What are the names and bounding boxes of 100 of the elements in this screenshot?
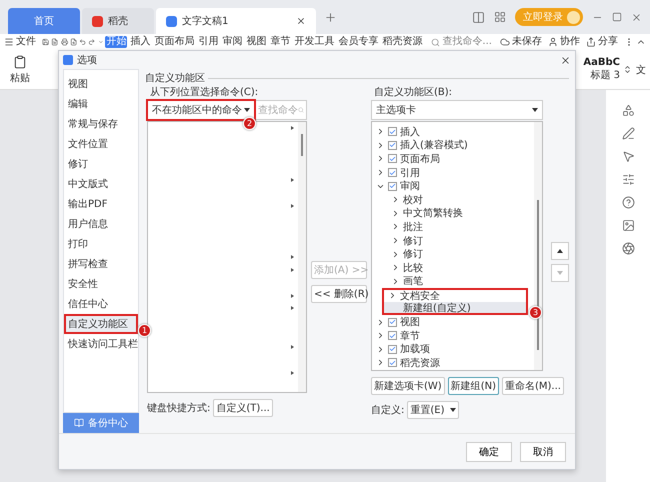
pen-icon[interactable] <box>622 127 634 140</box>
toolbar-action[interactable]: 协作 <box>548 36 580 48</box>
ribbon-tab[interactable]: 章节 <box>269 36 292 48</box>
tabs-dropdown[interactable]: 主选项卡 <box>371 100 543 120</box>
chevron-icon[interactable] <box>376 168 385 178</box>
nav-item[interactable]: 编辑 <box>64 94 138 114</box>
ribbon-tab[interactable]: 会员专享 <box>337 36 380 48</box>
tree-button[interactable]: 重命名(M)... <box>502 377 564 395</box>
ribbon-tab[interactable]: 插入 <box>129 36 152 48</box>
save-icon[interactable] <box>42 37 50 47</box>
tree-button[interactable]: 新建组(N) <box>448 377 499 395</box>
nav-item[interactable]: 中文版式 <box>64 174 138 194</box>
source-dropdown[interactable]: 不在功能区中的命令 <box>147 100 255 120</box>
ribbon-tab[interactable]: 审阅 <box>221 36 244 48</box>
preview-icon[interactable] <box>70 37 78 47</box>
chevron-icon[interactable] <box>376 140 385 150</box>
chevron-icon[interactable] <box>376 358 385 368</box>
shapes-icon[interactable] <box>622 104 634 117</box>
tree-item[interactable]: 批注 <box>372 220 534 234</box>
toolbar-action[interactable]: 分享 <box>586 36 618 48</box>
export-icon[interactable] <box>51 37 59 47</box>
move-up-button[interactable] <box>551 242 569 260</box>
chevron-icon[interactable] <box>376 318 385 327</box>
paste-button[interactable]: 粘贴 <box>10 54 30 84</box>
print-icon[interactable] <box>60 37 68 47</box>
checkbox[interactable] <box>388 154 397 164</box>
checkbox[interactable] <box>388 140 397 150</box>
search-icon[interactable] <box>431 38 440 46</box>
layout-icon[interactable] <box>472 10 485 24</box>
tree-button[interactable]: 新建选项卡(W) <box>371 377 445 395</box>
cancel-button[interactable]: 取消 <box>520 442 566 462</box>
ribbon-tab[interactable]: 引用 <box>197 36 220 48</box>
checkbox[interactable] <box>388 182 397 191</box>
chevron-icon[interactable] <box>376 127 385 136</box>
chevron-icon[interactable] <box>376 331 385 340</box>
ribbon-tab[interactable]: 开始 <box>105 36 128 48</box>
aperture-icon[interactable] <box>622 242 634 255</box>
nav-item[interactable]: 安全性 <box>64 274 138 294</box>
close-icon[interactable] <box>560 54 571 66</box>
nav-item[interactable]: 自定义功能区 <box>64 314 138 334</box>
clipboard-icon[interactable] <box>13 54 27 68</box>
nav-item[interactable]: 输出PDF <box>64 194 138 214</box>
tree-item[interactable]: 比较 <box>372 260 534 275</box>
book-icon[interactable] <box>74 418 84 428</box>
style-gallery[interactable]: AaBbC 标题 3 <box>583 57 620 82</box>
grid-icon[interactable] <box>494 11 506 23</box>
remove-button[interactable]: << 删除(R) <box>311 285 367 303</box>
tree-item[interactable]: 插入(兼容模式) <box>372 138 534 152</box>
text-tool[interactable]: 文 <box>636 62 646 76</box>
chevron-icon[interactable] <box>376 344 385 354</box>
scroll-icon[interactable] <box>623 65 632 74</box>
nav-item[interactable]: 打印 <box>64 234 138 254</box>
tree-item[interactable]: 章节 <box>372 328 534 342</box>
maximize-icon[interactable] <box>612 12 622 22</box>
checkbox[interactable] <box>388 318 397 327</box>
nav-item[interactable]: 常规与保存 <box>64 114 138 134</box>
undo-icon[interactable] <box>79 37 86 47</box>
sliders-icon[interactable] <box>622 173 634 186</box>
ribbon-tab[interactable]: 视图 <box>245 36 268 48</box>
nav-item[interactable]: 信任中心 <box>64 294 138 314</box>
checkbox[interactable] <box>388 358 397 368</box>
cloud-icon[interactable] <box>500 37 510 47</box>
user-icon[interactable] <box>548 37 558 47</box>
ok-button[interactable]: 确定 <box>466 442 512 462</box>
checkbox[interactable] <box>388 344 397 354</box>
tree-item[interactable]: 中文简繁转换 <box>372 206 534 220</box>
tree-item[interactable]: 引用 <box>372 166 534 180</box>
tree-item[interactable]: 修订 <box>372 234 534 248</box>
ribbon-tab[interactable]: 稻壳资源 <box>381 36 424 48</box>
nav-item[interactable]: 视图 <box>64 74 138 94</box>
tree-item[interactable]: 加载项 <box>372 342 534 356</box>
nav-item[interactable]: 修订 <box>64 154 138 174</box>
checkbox[interactable] <box>388 331 397 340</box>
chevron-icon[interactable] <box>376 154 385 164</box>
tree-item[interactable]: 校对 <box>372 192 534 207</box>
tab[interactable]: 稻壳 <box>82 8 154 34</box>
tree-item[interactable]: 插入 <box>372 125 534 139</box>
tree-item[interactable]: 页面布局 <box>372 152 534 166</box>
nav-item[interactable]: 快速访问工具栏 <box>64 334 138 354</box>
add-tab-icon[interactable] <box>324 10 337 24</box>
nav-item[interactable]: 拼写检查 <box>64 254 138 274</box>
ribbon-tab[interactable]: 页面布局 <box>153 36 196 48</box>
checkbox[interactable] <box>388 127 397 136</box>
tree-item[interactable]: 修订 <box>372 247 534 261</box>
close-icon[interactable] <box>296 16 306 26</box>
tree-item[interactable]: 审阅 <box>372 179 534 193</box>
toolbar-action[interactable]: 未保存 <box>500 36 542 48</box>
file-menu[interactable]: 文件 <box>4 36 36 48</box>
ribbon-tab[interactable]: 开发工具 <box>293 36 336 48</box>
tree-item[interactable]: 画笔 <box>372 274 534 288</box>
ribbon-tree[interactable]: 插入 插入(兼容模式) 页面布局 引用 审阅 校对 中文简繁转换 批注 修订 修订 比较 画笔 文档安全 新建组(自定义) 3 视图 章节 加载项 稻壳资源 <box>371 121 543 371</box>
menu-icon[interactable] <box>4 37 14 47</box>
tree-item[interactable]: 稻壳资源 <box>372 356 534 370</box>
tab[interactable]: 文字文稿1 <box>156 8 316 34</box>
reset-button[interactable]: 重置(E) <box>407 401 458 419</box>
share-icon[interactable] <box>586 37 596 47</box>
search-field[interactable]: 查找命令... <box>431 36 492 48</box>
pointer-icon[interactable] <box>622 150 634 163</box>
checkbox[interactable] <box>388 168 397 178</box>
tab[interactable]: 首页 <box>8 8 80 34</box>
